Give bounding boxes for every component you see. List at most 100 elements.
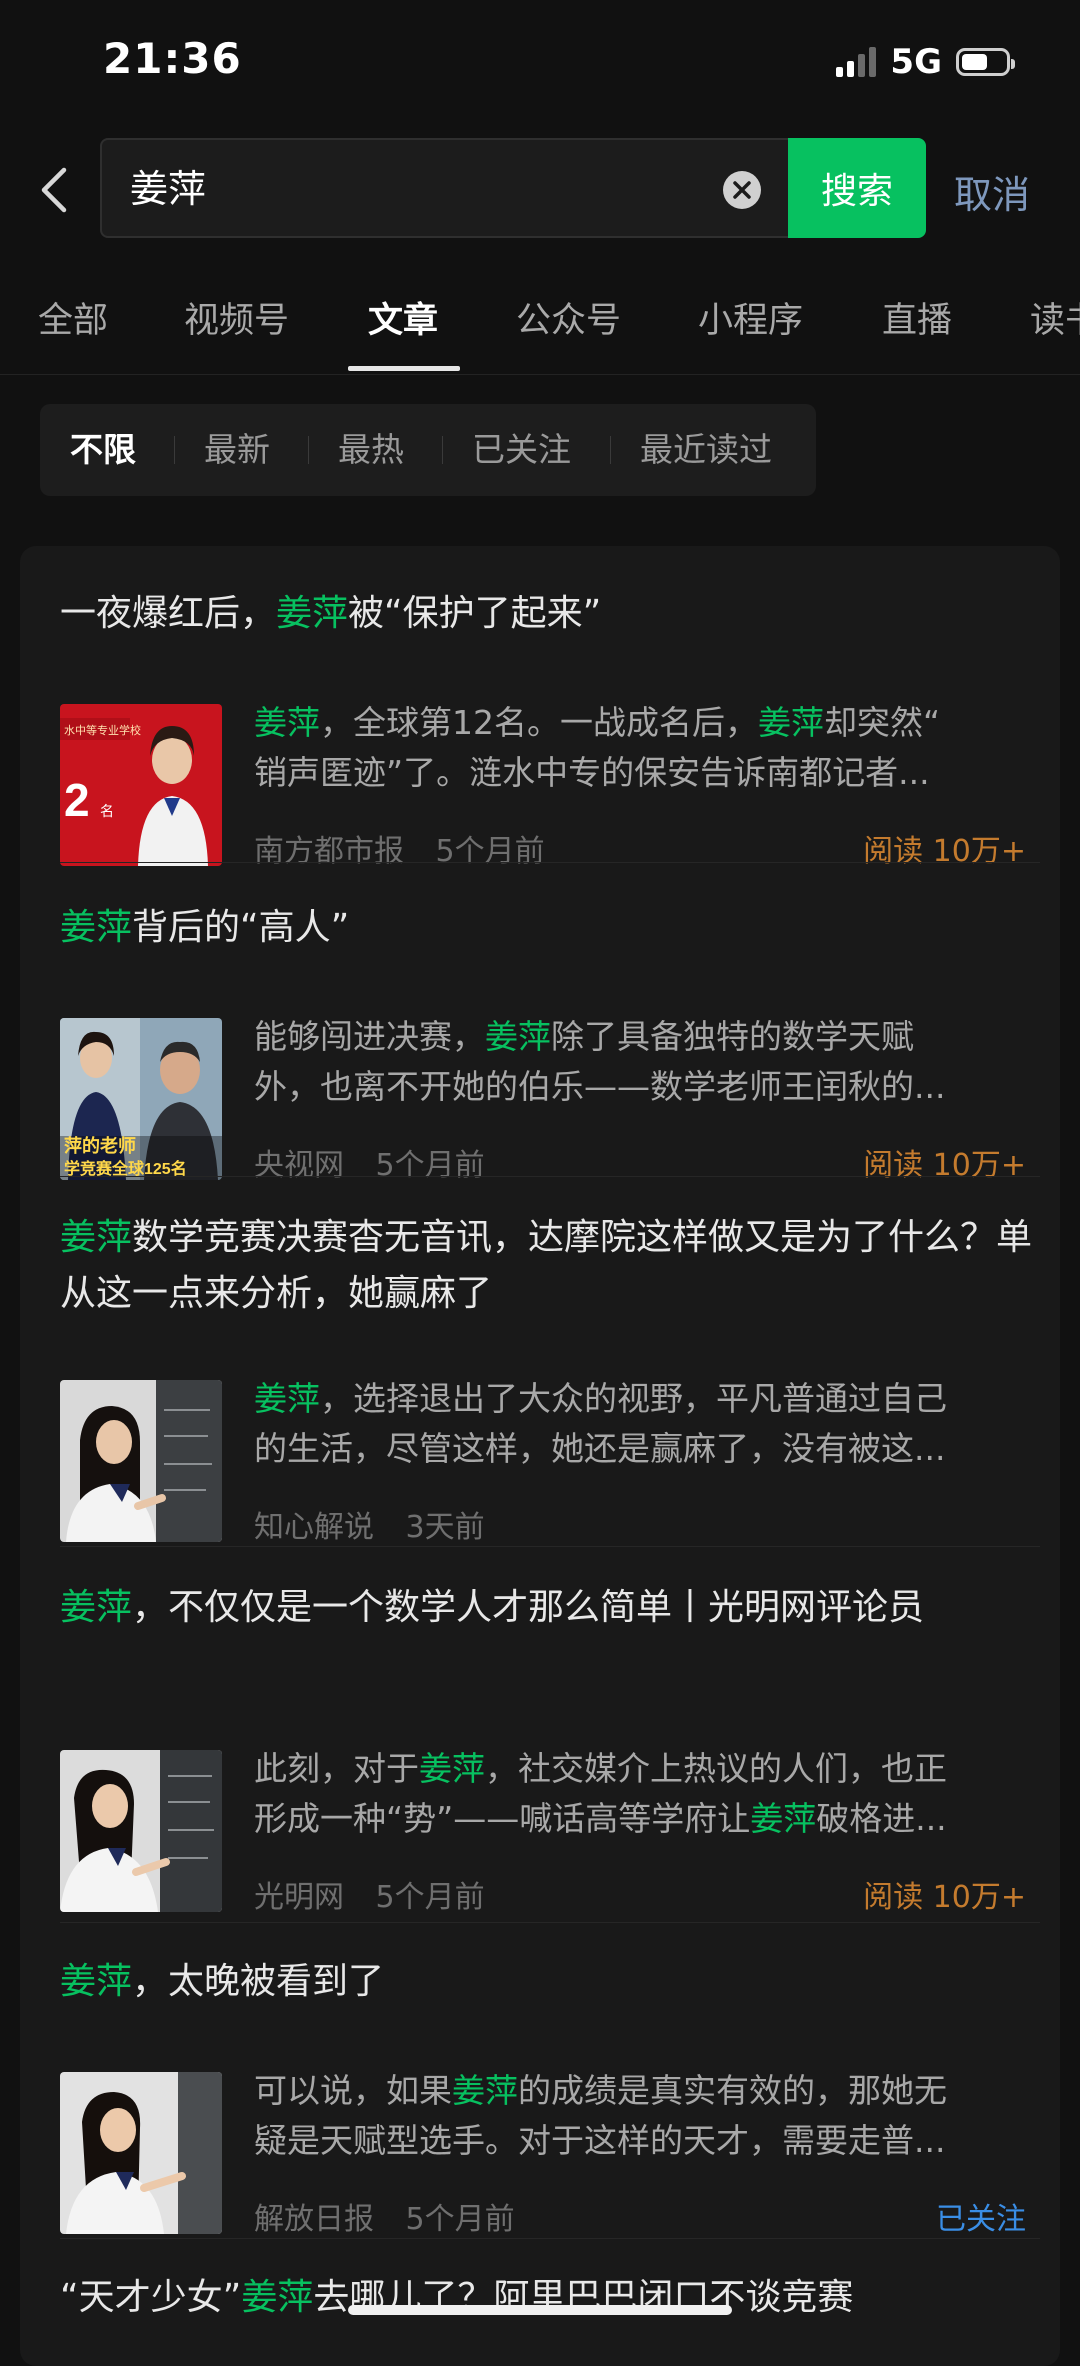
text-segment: 的生活，尽管这样，她还是赢麻了，没有被这... (254, 1429, 946, 1468)
network-label: 5G (890, 42, 942, 82)
article-result[interactable]: 姜萍背后的“高人” 萍的老师 学竞赛全球125名 能够闯进决赛，姜萍除了具备独特… (60, 900, 1040, 1183)
result-divider (60, 2238, 1040, 2239)
highlighted-keyword: 姜萍 (452, 2071, 518, 2110)
snippet-line: 外，也离不开她的伯乐——数学老师王闰秋的... (254, 1062, 1024, 1112)
article-snippet: 此刻，对于姜萍，社交媒介上热议的人们，也正 形成一种“势”——喊话高等学府让姜萍… (254, 1744, 1024, 1844)
home-indicator[interactable] (348, 2305, 732, 2315)
article-title[interactable]: 姜萍，不仅仅是一个数学人才那么简单丨光明网评论员 (60, 1580, 1040, 1636)
snippet-line: 疑是天赋型选手。对于这样的天才，需要走普... (254, 2116, 1024, 2166)
text-segment: 外，也离不开她的伯乐——数学老师王闰秋的... (254, 1067, 946, 1106)
highlighted-keyword: 姜萍 (485, 1017, 551, 1056)
snippet-line: 的生活，尽管这样，她还是赢麻了，没有被这... (254, 1424, 1024, 1474)
article-result[interactable]: “天才少女”姜萍去哪儿了？阿里巴巴闭口不谈竞赛 (60, 2270, 1040, 2326)
article-snippet: 能够闯进决赛，姜萍除了具备独特的数学天赋 外，也离不开她的伯乐——数学老师王闰秋… (254, 1012, 1024, 1112)
filter-hottest[interactable]: 最热 (338, 404, 404, 496)
highlighted-keyword: 姜萍 (60, 1587, 133, 1628)
text-segment: 却突然“ (824, 703, 941, 742)
photo-thumbnail-icon: 萍的老师 学竞赛全球125名 (60, 1018, 222, 1180)
result-divider (60, 1176, 1040, 1177)
read-count: 阅读 10万+ (863, 1148, 1026, 1183)
article-snippet: 姜萍，选择退出了大众的视野，平凡普通过自己 的生活，尽管这样，她还是赢麻了，没有… (254, 1374, 1024, 1474)
text-segment: 此刻，对于 (254, 1749, 419, 1788)
filter-latest[interactable]: 最新 (204, 404, 270, 496)
battery-level (962, 54, 987, 70)
back-chevron-icon[interactable] (34, 164, 78, 216)
article-result[interactable]: 姜萍，太晚被看到了 可以说，如果姜萍的成绩是真实有效的，那她无 疑是天赋型选手。… (60, 1954, 1040, 2237)
article-title[interactable]: 姜萍，太晚被看到了 (60, 1954, 1040, 2010)
thumb-caption: 水中等专业学校 (64, 723, 141, 737)
article-source[interactable]: 央视网 (254, 1148, 344, 1183)
article-result[interactable]: 姜萍数学竞赛决赛杳无音讯，达摩院这样做又是为了什么？单从这一点来分析，她赢麻了 … (60, 1210, 1040, 1545)
article-time: 5个月前 (435, 834, 545, 869)
article-result[interactable]: 姜萍，不仅仅是一个数学人才那么简单丨光明网评论员 此刻，对于姜萍，社交媒介上热议… (60, 1580, 1040, 1915)
result-divider (60, 862, 1040, 863)
highlighted-keyword: 姜萍 (241, 2277, 314, 2318)
article-time: 5个月前 (405, 2202, 515, 2237)
article-snippet: 姜萍，全球第12名。一战成名后，姜萍却突然“ 销声匿迹”了。涟水中专的保安告诉南… (254, 698, 1024, 798)
article-source[interactable]: 光明网 (254, 1880, 344, 1915)
filter-followed[interactable]: 已关注 (472, 404, 571, 496)
tab-articles[interactable]: 文章 (368, 292, 438, 343)
tab-books[interactable]: 读书 (1030, 292, 1080, 343)
tab-channels[interactable]: 视频号 (184, 292, 289, 343)
photo-thumbnail-icon (60, 2072, 222, 2234)
article-results: 一夜爆红后，姜萍被“保护了起来” 水中等专业学校 2 名 姜萍，全球第12名。一… (20, 546, 1060, 2366)
filter-divider (610, 436, 611, 464)
filter-divider (442, 436, 443, 464)
highlighted-keyword: 姜萍 (60, 907, 133, 948)
tab-all[interactable]: 全部 (38, 292, 108, 343)
status-time: 21:36 (103, 34, 242, 83)
article-title[interactable]: “天才少女”姜萍去哪儿了？阿里巴巴闭口不谈竞赛 (60, 2270, 1040, 2326)
article-result[interactable]: 一夜爆红后，姜萍被“保护了起来” 水中等专业学校 2 名 姜萍，全球第12名。一… (60, 586, 1040, 869)
search-row: 搜索 取消 (0, 138, 1080, 242)
article-title[interactable]: 姜萍背后的“高人” (60, 900, 1040, 956)
text-segment: “天才少女” (60, 2277, 242, 2318)
article-meta: 央视网 5个月前 阅读 10万+ (254, 1140, 1040, 1184)
text-segment: 被“保护了起来” (348, 593, 602, 634)
article-title[interactable]: 姜萍数学竞赛决赛杳无音讯，达摩院这样做又是为了什么？单从这一点来分析，她赢麻了 (60, 1210, 1040, 1322)
status-bar: 21:36 5G (0, 0, 1080, 120)
highlighted-keyword: 姜萍 (60, 1217, 133, 1258)
tab-official-accounts[interactable]: 公众号 (516, 292, 621, 343)
article-meta: 知心解说 3天前 (254, 1502, 1040, 1546)
article-source[interactable]: 解放日报 (254, 2202, 374, 2237)
filter-recently-read[interactable]: 最近读过 (640, 404, 772, 496)
filter-unlimited[interactable]: 不限 (70, 404, 136, 496)
article-source[interactable]: 南方都市报 (254, 834, 404, 869)
highlighted-keyword: 姜萍 (750, 1799, 817, 1838)
photo-thumbnail-icon: 水中等专业学校 2 名 (60, 704, 222, 866)
tab-mini-programs[interactable]: 小程序 (698, 292, 803, 343)
text-segment: 除了具备独特的数学天赋 (551, 1017, 914, 1056)
filter-divider (174, 436, 175, 464)
text-segment: ，太晚被看到了 (132, 1961, 385, 2002)
article-meta: 解放日报 5个月前 已关注 (254, 2194, 1040, 2238)
text-segment: 的成绩是真实有效的，那她无 (518, 2071, 947, 2110)
cancel-button[interactable]: 取消 (954, 164, 1030, 219)
followed-badge: 已关注 (936, 2202, 1026, 2237)
search-button[interactable]: 搜索 (788, 138, 926, 238)
text-segment: 破格进... (816, 1799, 947, 1838)
snippet-line: 此刻，对于姜萍，社交媒介上热议的人们，也正 (254, 1744, 1024, 1794)
photo-thumbnail-icon (60, 1380, 222, 1542)
text-segment: 背后的“高人” (132, 907, 350, 948)
article-source[interactable]: 知心解说 (254, 1510, 374, 1545)
signal-icon (836, 47, 877, 77)
text-segment: ，全球第12名。一战成名后， (320, 703, 758, 742)
article-title[interactable]: 一夜爆红后，姜萍被“保护了起来” (60, 586, 1040, 642)
clear-icon[interactable] (722, 170, 762, 210)
highlighted-keyword: 姜萍 (254, 1379, 320, 1418)
article-meta: 南方都市报 5个月前 阅读 10万+ (254, 826, 1040, 870)
photo-thumbnail-icon (60, 1750, 222, 1912)
search-input[interactable] (128, 140, 692, 238)
article-time: 5个月前 (375, 1148, 485, 1183)
result-divider (60, 1546, 1040, 1547)
text-segment: 可以说，如果 (254, 2071, 452, 2110)
snippet-line: 可以说，如果姜萍的成绩是真实有效的，那她无 (254, 2066, 1024, 2116)
search-box: 搜索 (100, 138, 926, 238)
filter-bar: 不限 最新 最热 已关注 最近读过 (40, 404, 816, 496)
tab-live[interactable]: 直播 (882, 292, 952, 343)
snippet-line: 能够闯进决赛，姜萍除了具备独特的数学天赋 (254, 1012, 1024, 1062)
text-segment: ，不仅仅是一个数学人才那么简单丨光明网评论员 (132, 1587, 925, 1628)
snippet-line: 姜萍，选择退出了大众的视野，平凡普通过自己 (254, 1374, 1024, 1424)
status-indicators: 5G (836, 40, 1015, 84)
